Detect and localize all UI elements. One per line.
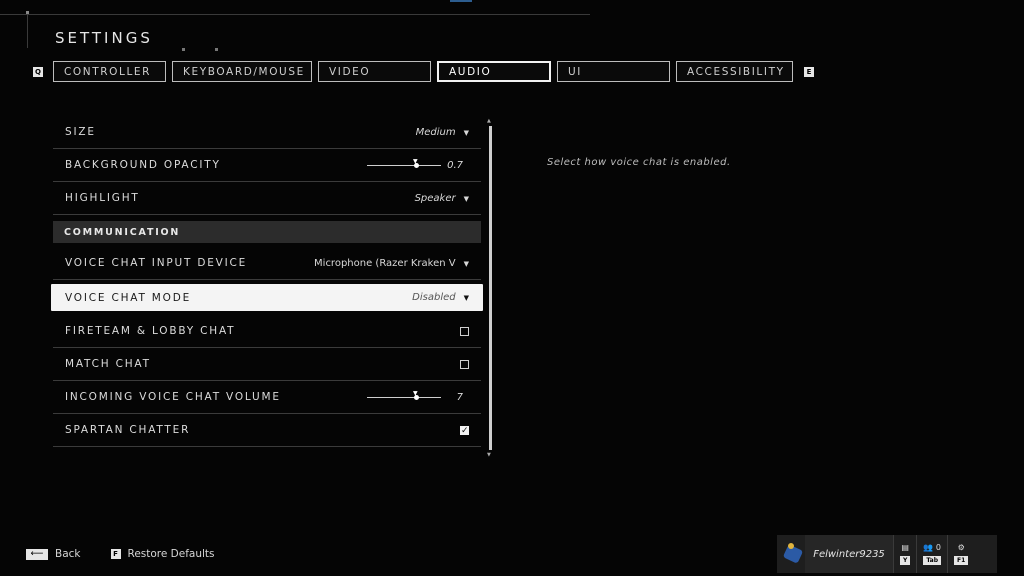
caret-down-icon: ▼ bbox=[463, 259, 469, 268]
title-decoration bbox=[182, 36, 248, 55]
settings-button[interactable]: ⚙ F1 bbox=[948, 535, 974, 573]
chat-button[interactable]: ▤ Y bbox=[894, 535, 916, 573]
setting-voice-chat-mode[interactable]: VOICE CHAT MODE Disabled ▼ bbox=[51, 284, 483, 311]
chat-bubble-icon: ▤ bbox=[901, 543, 909, 552]
slider-knob[interactable] bbox=[414, 394, 419, 400]
page-title: SETTINGS bbox=[55, 29, 153, 47]
prev-tab-keyhint: Q bbox=[33, 67, 43, 77]
setting-label: BACKGROUND OPACITY bbox=[65, 159, 221, 171]
checkbox-checked[interactable]: ✓ bbox=[460, 425, 469, 436]
friends-count: 0 bbox=[935, 543, 941, 552]
dropdown-value[interactable]: Speaker ▼ bbox=[415, 193, 469, 204]
caret-down-icon: ▼ bbox=[463, 294, 469, 302]
tab-audio[interactable]: AUDIO bbox=[437, 61, 551, 82]
restore-defaults-key: F bbox=[110, 549, 121, 559]
top-accent bbox=[450, 0, 472, 2]
setting-match-chat[interactable]: MATCH CHAT bbox=[53, 348, 481, 381]
setting-label: SIZE bbox=[65, 126, 96, 138]
next-tab-keyhint: E bbox=[804, 67, 814, 77]
checkbox[interactable] bbox=[460, 359, 469, 369]
dropdown-value[interactable]: Microphone (Razer Kraken V ▼ bbox=[314, 258, 469, 269]
caret-down-icon: ▼ bbox=[463, 194, 469, 203]
dropdown-value[interactable]: Disabled ▼ bbox=[412, 292, 469, 303]
tab-controller[interactable]: CONTROLLER bbox=[53, 61, 166, 82]
setting-label: HIGHLIGHT bbox=[65, 192, 140, 204]
checkmark-icon: ✓ bbox=[461, 425, 469, 436]
scroll-up-icon[interactable]: ▲ bbox=[487, 118, 491, 124]
friends-key: Tab bbox=[923, 556, 942, 565]
friends-button[interactable]: 👥 0 Tab bbox=[917, 535, 947, 573]
setting-label: VOICE CHAT MODE bbox=[65, 291, 192, 304]
slider-knob[interactable] bbox=[414, 162, 419, 168]
setting-fireteam-lobby-chat[interactable]: FIRETEAM & LOBBY CHAT bbox=[53, 315, 481, 348]
scrollbar-thumb[interactable] bbox=[489, 126, 492, 450]
setting-background-opacity[interactable]: BACKGROUND OPACITY ▼ 0.7 bbox=[53, 149, 481, 182]
section-header-communication: COMMUNICATION bbox=[53, 221, 481, 243]
back-button[interactable]: Back bbox=[55, 548, 81, 560]
footer-actions: ⟵ Back F Restore Defaults bbox=[26, 548, 215, 560]
slider-value: 7 bbox=[456, 391, 463, 403]
dropdown-value[interactable]: Medium ▼ bbox=[416, 127, 469, 138]
setting-label: SPARTAN CHATTER bbox=[65, 424, 191, 436]
settings-list: SIZE Medium ▼ BACKGROUND OPACITY ▼ 0.7 HI… bbox=[51, 116, 483, 447]
setting-spartan-chatter[interactable]: SPARTAN CHATTER ✓ bbox=[53, 414, 481, 447]
volume-slider[interactable]: ▼ bbox=[367, 390, 441, 400]
tab-ui[interactable]: UI bbox=[557, 61, 670, 82]
tab-keyboard-mouse[interactable]: KEYBOARD/MOUSE bbox=[172, 61, 312, 82]
avatar[interactable] bbox=[777, 535, 805, 573]
setting-label: FIRETEAM & LOBBY CHAT bbox=[65, 325, 236, 337]
setting-label: INCOMING VOICE CHAT VOLUME bbox=[65, 391, 281, 403]
setting-description: Select how voice chat is enabled. bbox=[547, 157, 731, 168]
setting-voice-chat-input-device[interactable]: VOICE CHAT INPUT DEVICE Microphone (Raze… bbox=[53, 247, 481, 280]
chat-key: Y bbox=[900, 556, 911, 565]
caret-down-icon: ▼ bbox=[463, 128, 469, 137]
arrow-left-icon[interactable]: ⟵ bbox=[26, 548, 48, 560]
restore-defaults-button[interactable]: Restore Defaults bbox=[128, 548, 215, 560]
user-bar: Felwinter9235 ▤ Y 👥 0 Tab ⚙ F1 bbox=[777, 535, 997, 573]
gamertag[interactable]: Felwinter9235 bbox=[805, 535, 893, 573]
header-rule-left bbox=[27, 14, 28, 48]
tab-video[interactable]: VIDEO bbox=[318, 61, 431, 82]
slider-value: 0.7 bbox=[447, 159, 463, 171]
setting-highlight[interactable]: HIGHLIGHT Speaker ▼ bbox=[53, 182, 481, 215]
opacity-slider[interactable]: ▼ bbox=[367, 158, 441, 168]
setting-label: VOICE CHAT INPUT DEVICE bbox=[65, 257, 248, 269]
setting-size[interactable]: SIZE Medium ▼ bbox=[53, 116, 481, 149]
people-icon: 👥 bbox=[923, 543, 934, 552]
settings-key: F1 bbox=[954, 556, 969, 565]
header-rule bbox=[0, 14, 590, 15]
tab-accessibility[interactable]: ACCESSIBILITY bbox=[676, 61, 793, 82]
setting-incoming-voice-chat-volume[interactable]: INCOMING VOICE CHAT VOLUME ▼ 7 bbox=[53, 381, 481, 414]
checkbox[interactable] bbox=[460, 326, 469, 336]
settings-tabs: CONTROLLER KEYBOARD/MOUSE VIDEO AUDIO UI… bbox=[53, 61, 793, 82]
setting-label: MATCH CHAT bbox=[65, 358, 151, 370]
gear-icon: ⚙ bbox=[957, 543, 965, 552]
scroll-down-icon[interactable]: ▼ bbox=[487, 452, 491, 458]
